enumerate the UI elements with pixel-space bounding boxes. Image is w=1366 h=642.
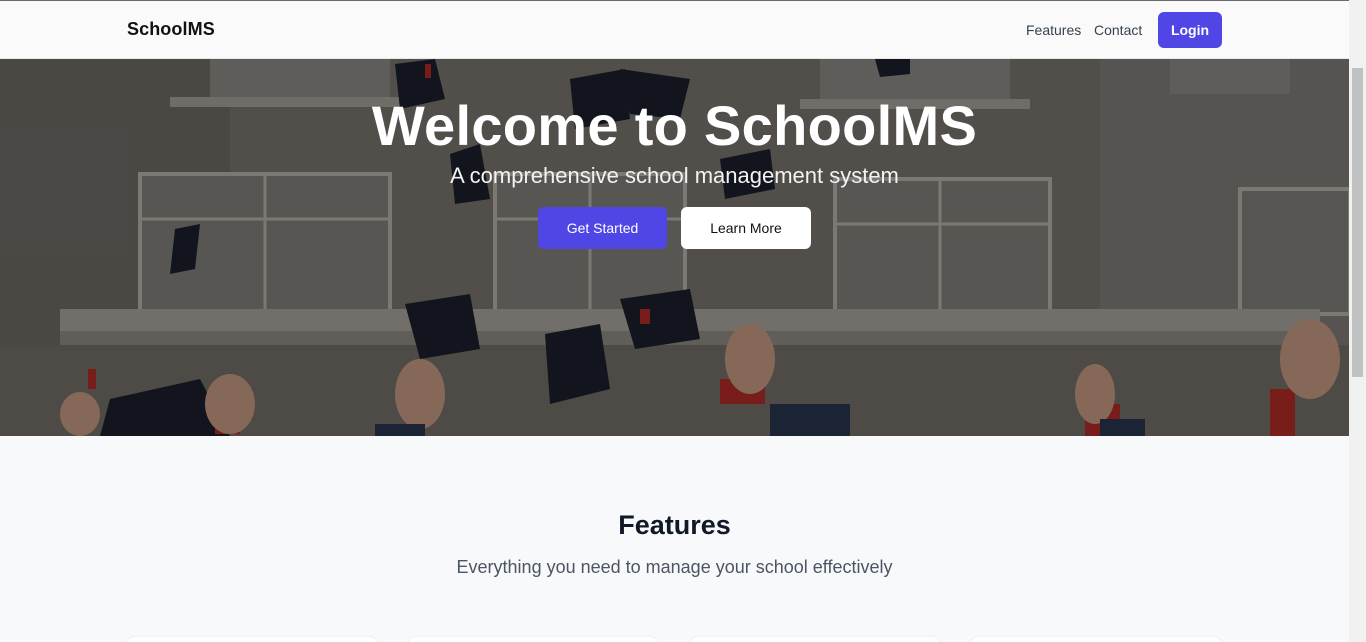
navbar: SchoolMS Features Contact Login	[0, 0, 1349, 59]
brand-logo[interactable]: SchoolMS	[127, 19, 215, 40]
feature-card	[408, 637, 658, 642]
nav-link-contact[interactable]: Contact	[1094, 22, 1142, 38]
hero-title: Welcome to SchoolMS	[371, 94, 978, 157]
features-title: Features	[618, 510, 731, 540]
page: Welcome to SchoolMS A comprehensive scho…	[0, 0, 1349, 642]
get-started-button[interactable]: Get Started	[538, 207, 667, 249]
hero-section: Welcome to SchoolMS A comprehensive scho…	[0, 59, 1349, 436]
feature-card	[971, 637, 1221, 642]
learn-more-button[interactable]: Learn More	[681, 207, 811, 249]
feature-card	[127, 637, 377, 642]
vertical-scrollbar[interactable]	[1349, 0, 1366, 642]
features-subtitle: Everything you need to manage your schoo…	[456, 557, 893, 577]
nav-link-features[interactable]: Features	[1026, 22, 1081, 38]
login-button[interactable]: Login	[1158, 12, 1222, 48]
hero-subtitle: A comprehensive school management system	[450, 163, 899, 188]
scrollbar-thumb[interactable]	[1352, 68, 1363, 377]
feature-card	[690, 637, 940, 642]
